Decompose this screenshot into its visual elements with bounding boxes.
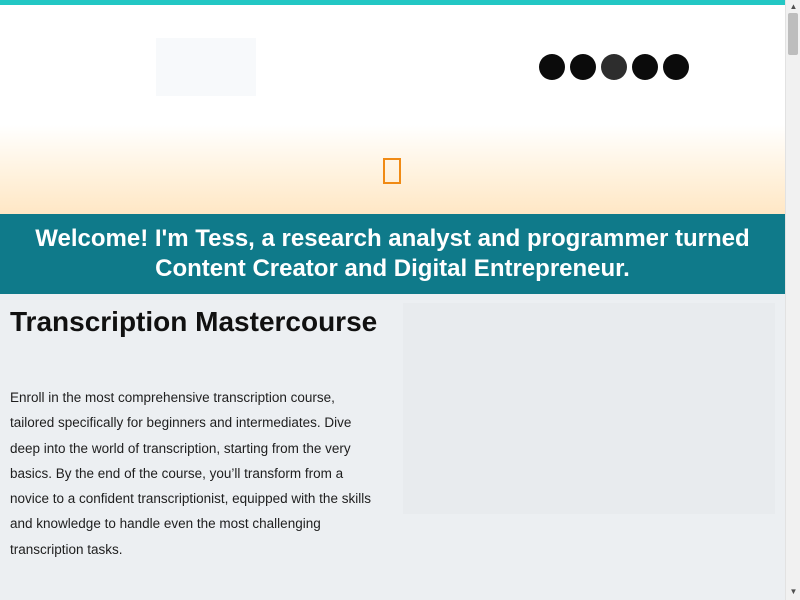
vertical-scrollbar[interactable]: ▲ ▼ <box>785 0 800 600</box>
social-icon-2[interactable] <box>570 54 596 80</box>
nav-hero-band <box>0 125 785 214</box>
course-title: Transcription Mastercourse <box>10 306 378 337</box>
welcome-banner: Welcome! I'm Tess, a research analyst an… <box>0 214 785 294</box>
social-icon-4[interactable] <box>632 54 658 80</box>
social-icon-5[interactable] <box>663 54 689 80</box>
page: Welcome! I'm Tess, a research analyst an… <box>0 0 785 600</box>
social-icon-1[interactable] <box>539 54 565 80</box>
site-logo[interactable] <box>156 38 256 96</box>
scroll-up-icon[interactable]: ▲ <box>789 2 798 11</box>
social-links <box>539 54 689 80</box>
course-section: Transcription Mastercourse Enroll in the… <box>0 294 785 600</box>
site-header <box>0 5 785 125</box>
scroll-down-icon[interactable]: ▼ <box>789 587 798 596</box>
menu-toggle-icon[interactable] <box>383 158 401 184</box>
course-description: Enroll in the most comprehensive transcr… <box>10 390 371 557</box>
social-icon-3[interactable] <box>601 54 627 80</box>
scroll-thumb[interactable] <box>788 13 798 55</box>
course-media-placeholder <box>403 303 775 514</box>
